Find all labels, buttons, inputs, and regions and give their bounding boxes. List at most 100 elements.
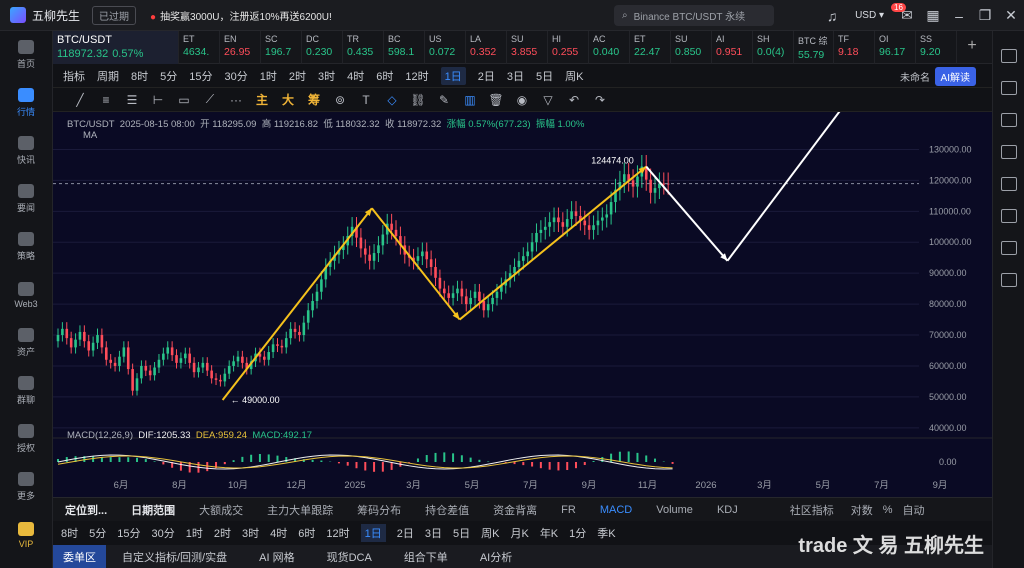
nav-item-1[interactable]: 行情 [0,79,52,127]
close-icon[interactable]: ✕ [998,7,1024,24]
indicator-tab-10[interactable]: KDJ [717,504,738,516]
macd-name[interactable]: MACD(12,26,9) [67,430,133,441]
ticker-4[interactable]: DC 0.230 [302,31,343,64]
nav-item-7[interactable]: 群聊 [0,367,52,415]
nav-item-2[interactable]: 快讯 [0,127,52,175]
expired-badge[interactable]: 已过期 [92,5,137,25]
text-tool-icon[interactable]: T [353,93,379,107]
filter-icon[interactable]: ▽ [535,93,561,107]
ticker-16[interactable]: BTC 综 55.79 [794,31,834,64]
bell-icon[interactable]: ♫ [819,8,845,24]
link-icon[interactable]: ⛓ [405,93,431,107]
bottom-period-15[interactable]: 月K [510,525,528,541]
rectangle-icon[interactable]: ▭ [171,93,197,107]
period-option-1[interactable]: 周期 [97,68,119,84]
depth-icon[interactable] [1000,145,1017,159]
ticker-18[interactable]: OI 96.17 [875,31,916,64]
indicator-tab-1[interactable]: 日期范围 [131,502,175,518]
panel-tab-1[interactable]: 自定义指标/回测/实盘 [122,549,227,565]
nav-item-3[interactable]: 要闻 [0,175,52,223]
ma-indicator-label[interactable]: MA [83,130,97,141]
period-option-15[interactable]: 5日 [536,68,553,84]
period-option-14[interactable]: 3日 [507,68,524,84]
bottom-period-13[interactable]: 5日 [453,525,470,541]
ai-explain-button[interactable]: AI解读 [934,67,976,86]
bottom-period-11[interactable]: 2日 [397,525,414,541]
panel-tab-4[interactable]: 组合下单 [404,549,448,565]
ticker-13[interactable]: SU 0.850 [671,31,712,64]
ticker-14[interactable]: AI 0.951 [712,31,753,64]
ruler-icon[interactable]: ⟋ [197,92,223,107]
period-option-11[interactable]: 12时 [405,68,428,84]
panel-tab-3[interactable]: 现货DCA [327,549,372,565]
bottom-period-6[interactable]: 3时 [242,525,259,541]
chart-area[interactable]: 130000.00 120000.00 110000.00 100000.00 9000… [53,112,992,497]
layout-name[interactable]: 未命名 [900,69,930,84]
brush-icon[interactable]: ✎ [431,93,457,107]
bottom-period-16[interactable]: 年K [540,525,558,541]
eye-icon[interactable]: ◉ [509,93,535,107]
promo-banner[interactable]: ● 抽奖赢3000U，注册返10%再送6200U! [150,8,332,23]
bottom-period-2[interactable]: 15分 [117,525,140,541]
undo-icon[interactable]: ↶ [561,93,587,107]
bottom-period-14[interactable]: 周K [481,525,499,541]
nav-item-6[interactable]: 资产 [0,319,52,367]
period-option-9[interactable]: 4时 [347,68,364,84]
horizontal-ray-icon[interactable]: ⊢ [145,93,171,107]
indicator-tab-7[interactable]: FR [561,504,576,516]
bottom-period-18[interactable]: 季K [597,525,615,541]
bottom-period-0[interactable]: 8时 [61,525,78,541]
bottom-period-12[interactable]: 3日 [425,525,442,541]
bottom-period-17[interactable]: 1分 [569,525,586,541]
period-option-8[interactable]: 3时 [318,68,335,84]
nav-item-4[interactable]: 策略 [0,223,52,271]
period-option-0[interactable]: 指标 [63,68,85,84]
ticker-12[interactable]: ET 22.47 [630,31,671,64]
currency-select[interactable]: USD ▾ [855,10,884,21]
parallel-lines-icon[interactable]: ☰ [119,93,145,107]
ticker-10[interactable]: HI 0.255 [548,31,589,64]
bottom-period-8[interactable]: 6时 [298,525,315,541]
ticker-0[interactable]: BTC/USDT 118972.32 0.57% [53,31,179,64]
calc-icon[interactable] [1000,209,1017,223]
period-option-3[interactable]: 5分 [160,68,177,84]
nav-item-8[interactable]: 授权 [0,415,52,463]
ticker-15[interactable]: SH 0.0(4) [753,31,794,64]
ticker-1[interactable]: ET 4634. [179,31,220,64]
nav-item-5[interactable]: Web3 [0,271,52,319]
period-option-4[interactable]: 15分 [189,68,212,84]
ticker-11[interactable]: AC 0.040 [589,31,630,64]
period-option-13[interactable]: 2日 [478,68,495,84]
panel-tab-2[interactable]: AI 网格 [259,549,294,565]
indicator-tab-13[interactable]: % [883,504,893,516]
grid-icon[interactable]: ▥ [457,93,483,107]
period-option-6[interactable]: 1时 [260,68,277,84]
indicator-tab-3[interactable]: 主力大单跟踪 [267,502,333,518]
ticker-6[interactable]: BC 598.1 [384,31,425,64]
ticker-5[interactable]: TR 0.435 [343,31,384,64]
indicator-tab-9[interactable]: Volume [656,504,693,516]
settings-icon[interactable] [1000,241,1017,255]
chip-tool[interactable]: 筹 [301,91,327,108]
redo-icon[interactable]: ↷ [587,93,613,107]
stats-icon[interactable] [1000,177,1017,191]
ticker-8[interactable]: LA 0.352 [466,31,507,64]
minimize-icon[interactable]: – [946,8,972,24]
maximize-icon[interactable]: ❐ [972,7,998,24]
big-tool[interactable]: 大 [275,91,301,108]
period-option-5[interactable]: 30分 [225,68,248,84]
ticker-17[interactable]: TF 9.18 [834,31,875,64]
delete-icon[interactable]: 🗑 [483,93,509,107]
ticker-3[interactable]: SC 196.7 [261,31,302,64]
ticker-9[interactable]: SU 3.855 [507,31,548,64]
more-tools-icon[interactable]: ··· [223,93,249,107]
ticker-7[interactable]: US 0.072 [425,31,466,64]
bottom-period-4[interactable]: 1时 [186,525,203,541]
nav-item-9[interactable]: 更多 [0,463,52,511]
period-option-12[interactable]: 1日 [440,66,466,85]
period-option-2[interactable]: 8时 [131,68,148,84]
add-ticker-icon[interactable]: + [957,31,987,63]
bottom-period-3[interactable]: 30分 [152,525,175,541]
search-input[interactable]: ⌕ Binance BTC/USDT 永续 [614,5,774,26]
bottom-period-10[interactable]: 1日 [360,524,386,542]
